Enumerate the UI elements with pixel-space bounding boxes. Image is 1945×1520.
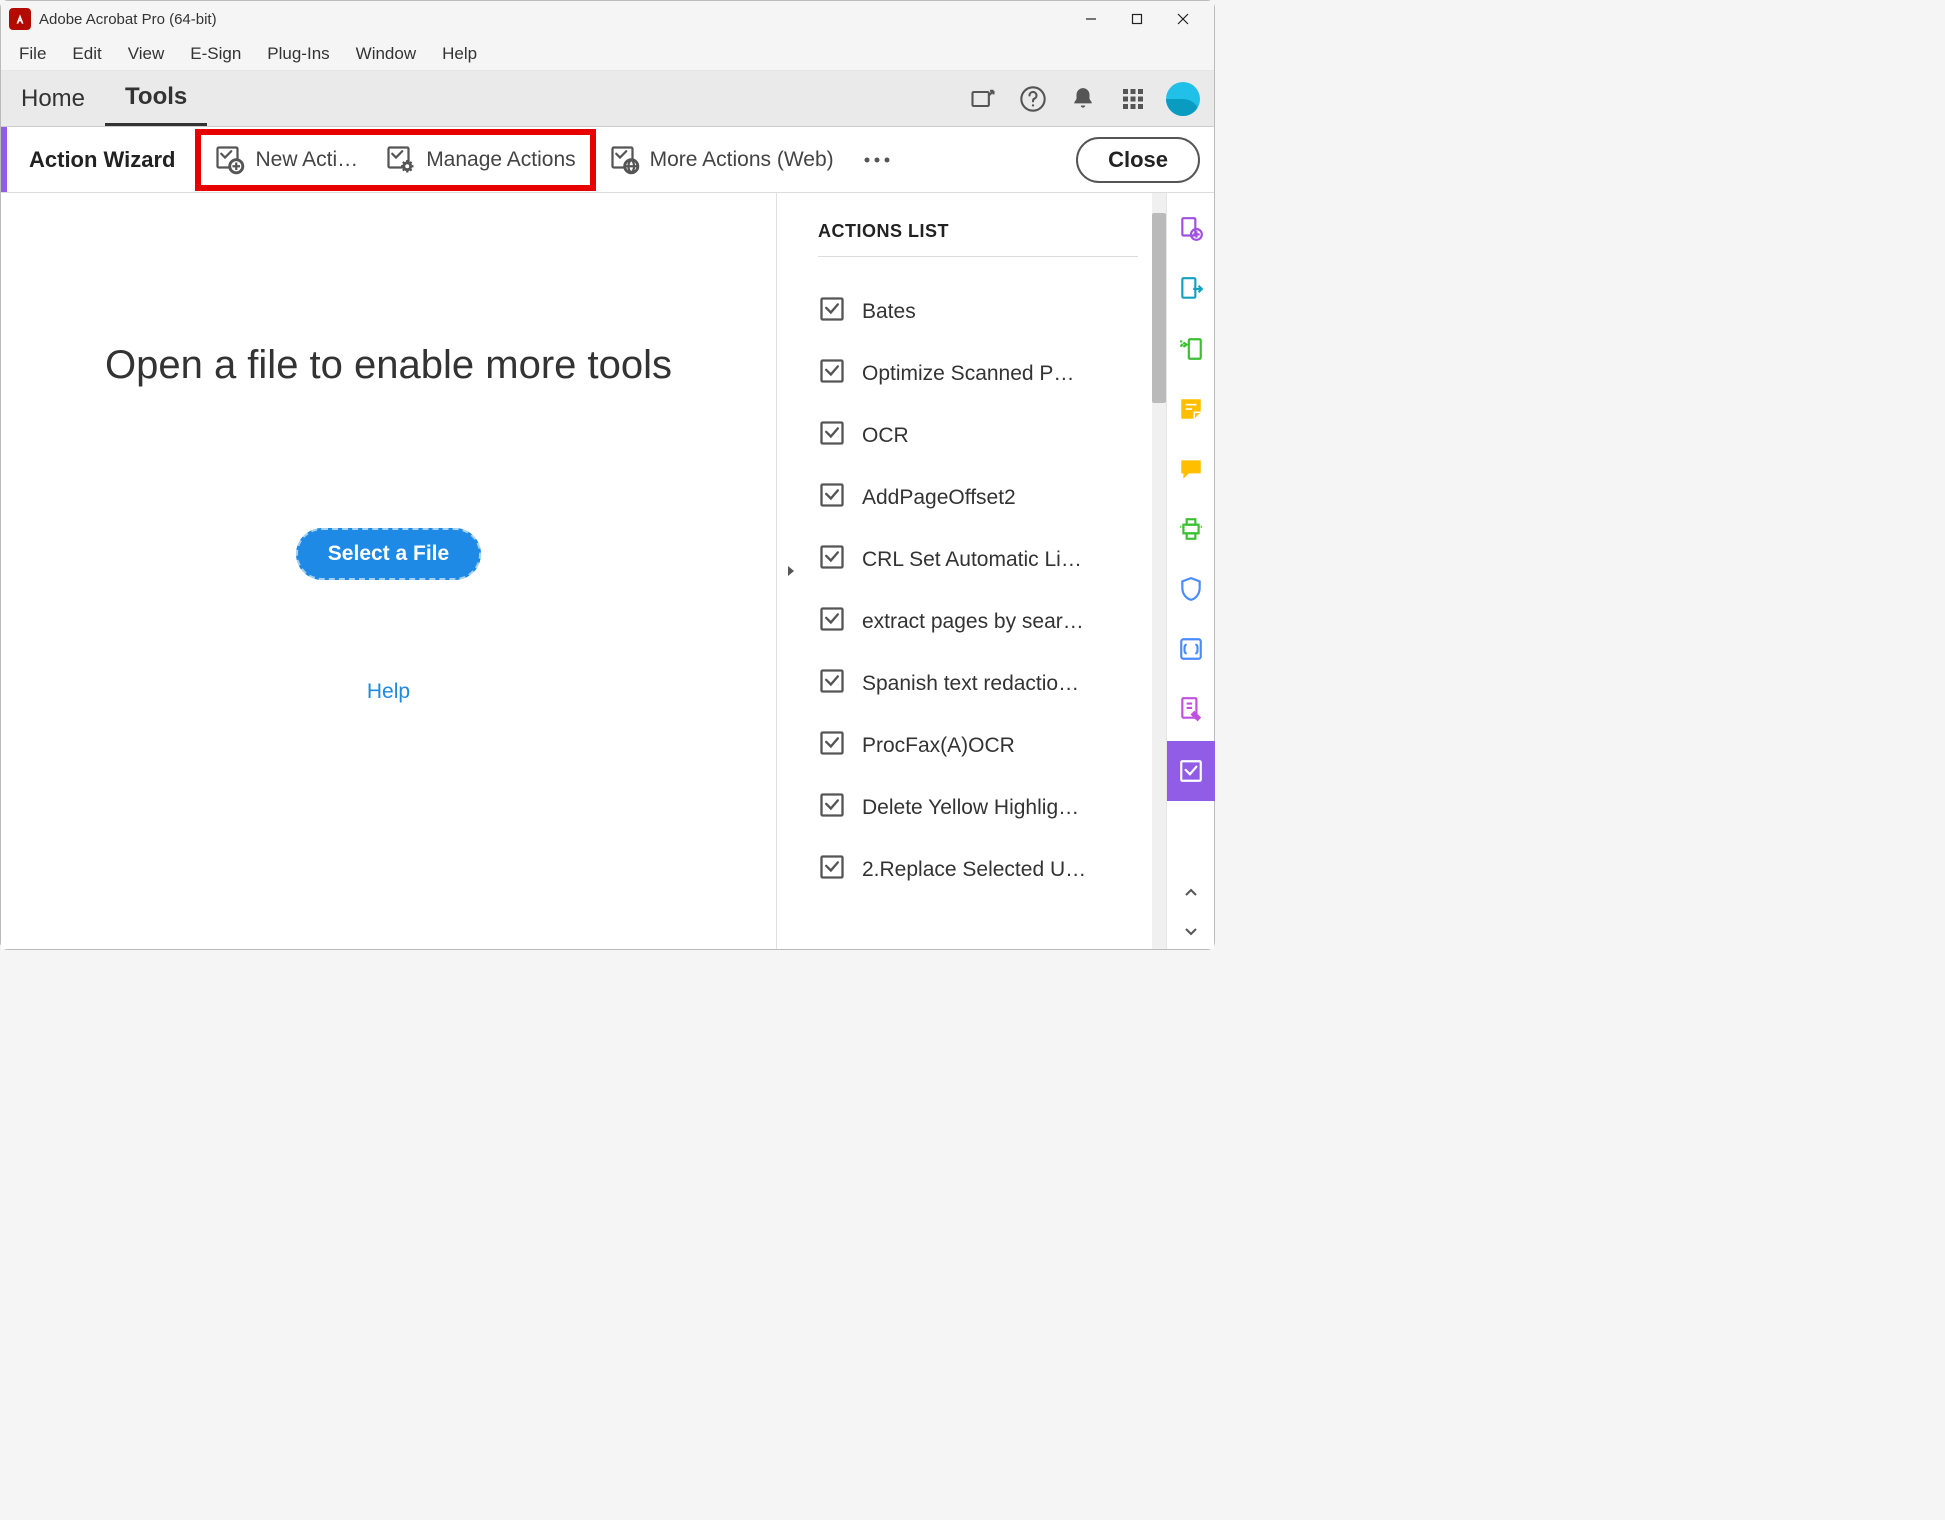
bell-icon[interactable] <box>1062 78 1104 120</box>
action-item-label: Delete Yellow Highlig… <box>862 796 1079 820</box>
tool-title: Action Wizard <box>29 147 175 173</box>
action-check-icon <box>818 357 846 391</box>
action-check-icon <box>818 853 846 887</box>
overflow-menu-button[interactable] <box>848 149 906 171</box>
actions-list-panel: ACTIONS LIST Bates Optimize Scanned P… OCR… <box>804 193 1152 949</box>
actions-list-heading: ACTIONS LIST <box>818 221 1138 257</box>
close-tool-button[interactable]: Close <box>1076 137 1200 183</box>
minimize-button[interactable] <box>1068 1 1114 37</box>
tab-tools[interactable]: Tools <box>105 71 207 126</box>
title-bar: Adobe Acrobat Pro (64-bit) <box>1 1 1214 37</box>
right-tool-rail <box>1166 193 1214 949</box>
tab-home[interactable]: Home <box>1 71 105 126</box>
scrollbar-thumb[interactable] <box>1152 213 1166 403</box>
rail-edit-pdf-icon[interactable] <box>1167 679 1215 739</box>
tab-bar: Home Tools <box>1 71 1214 127</box>
new-action-label: New Acti… <box>255 148 358 172</box>
more-actions-web-button[interactable]: More Actions (Web) <box>596 139 848 181</box>
action-item[interactable]: Delete Yellow Highlig… <box>818 777 1138 839</box>
action-check-icon <box>818 729 846 763</box>
main-area: Open a file to enable more tools Select … <box>1 193 1214 949</box>
action-wizard-toolbar: Action Wizard New Acti… Manage Actions M… <box>1 127 1214 193</box>
action-item[interactable]: OCR <box>818 405 1138 467</box>
side-panel-scrollbar[interactable] <box>1152 193 1166 949</box>
rail-protect-icon[interactable] <box>1167 559 1215 619</box>
action-item[interactable]: ProcFax(A)OCR <box>818 715 1138 777</box>
empty-state-headline: Open a file to enable more tools <box>105 343 672 388</box>
action-check-icon <box>818 791 846 825</box>
menu-help[interactable]: Help <box>430 40 489 68</box>
action-item[interactable]: CRL Set Automatic Li… <box>818 529 1138 591</box>
rail-send-to-device-icon[interactable] <box>1167 319 1215 379</box>
menu-file[interactable]: File <box>7 40 58 68</box>
menu-edit[interactable]: Edit <box>60 40 113 68</box>
share-icon[interactable] <box>962 78 1004 120</box>
menu-esign[interactable]: E-Sign <box>178 40 253 68</box>
rail-comment-icon[interactable] <box>1167 439 1215 499</box>
action-item-label: extract pages by sear… <box>862 610 1084 634</box>
rail-javascript-icon[interactable] <box>1167 619 1215 679</box>
action-item-label: AddPageOffset2 <box>862 486 1016 510</box>
action-check-icon <box>818 295 846 329</box>
action-item-label: ProcFax(A)OCR <box>862 734 1015 758</box>
menu-view[interactable]: View <box>116 40 177 68</box>
action-item[interactable]: Bates <box>818 281 1138 343</box>
select-file-button[interactable]: Select a File <box>296 528 481 580</box>
manage-actions-label: Manage Actions <box>426 148 575 172</box>
action-item[interactable]: AddPageOffset2 <box>818 467 1138 529</box>
action-check-icon <box>818 667 846 701</box>
action-check-icon <box>818 419 846 453</box>
action-check-icon <box>818 605 846 639</box>
action-item[interactable]: Spanish text redactio… <box>818 653 1138 715</box>
rail-sticky-note-icon[interactable] <box>1167 379 1215 439</box>
action-check-icon <box>818 481 846 515</box>
highlight-annotation: New Acti… Manage Actions <box>195 129 595 191</box>
action-item-label: Spanish text redactio… <box>862 672 1079 696</box>
rail-export-pdf-icon[interactable] <box>1167 259 1215 319</box>
close-window-button[interactable] <box>1160 1 1206 37</box>
more-actions-label: More Actions (Web) <box>650 148 834 172</box>
action-item-label: CRL Set Automatic Li… <box>862 548 1082 572</box>
content-pane: Open a file to enable more tools Select … <box>1 193 776 949</box>
acrobat-app-icon <box>9 8 31 30</box>
panel-collapse-handle[interactable] <box>776 193 804 949</box>
action-item-label: 2.Replace Selected U… <box>862 858 1086 882</box>
action-item[interactable]: 2.Replace Selected U… <box>818 839 1138 901</box>
avatar[interactable] <box>1166 82 1200 116</box>
menu-window[interactable]: Window <box>344 40 428 68</box>
window-title: Adobe Acrobat Pro (64-bit) <box>39 11 217 28</box>
rail-create-pdf-icon[interactable] <box>1167 199 1215 259</box>
rail-print-production-icon[interactable] <box>1167 499 1215 559</box>
menu-plugins[interactable]: Plug-Ins <box>255 40 341 68</box>
accent-stripe <box>1 127 7 192</box>
help-icon[interactable] <box>1012 78 1054 120</box>
rail-scroll-down[interactable] <box>1167 913 1215 949</box>
new-action-button[interactable]: New Acti… <box>201 139 372 181</box>
rail-action-wizard[interactable] <box>1167 741 1215 801</box>
action-item[interactable]: Optimize Scanned P… <box>818 343 1138 405</box>
action-item-label: Optimize Scanned P… <box>862 362 1074 386</box>
maximize-button[interactable] <box>1114 1 1160 37</box>
menu-bar: File Edit View E-Sign Plug-Ins Window He… <box>1 37 1214 71</box>
action-item-label: OCR <box>862 424 909 448</box>
manage-actions-button[interactable]: Manage Actions <box>372 139 589 181</box>
help-link[interactable]: Help <box>367 680 410 704</box>
action-item[interactable]: extract pages by sear… <box>818 591 1138 653</box>
action-check-icon <box>818 543 846 577</box>
rail-scroll-up[interactable] <box>1167 875 1215 911</box>
action-item-label: Bates <box>862 300 916 324</box>
grid-icon[interactable] <box>1112 78 1154 120</box>
